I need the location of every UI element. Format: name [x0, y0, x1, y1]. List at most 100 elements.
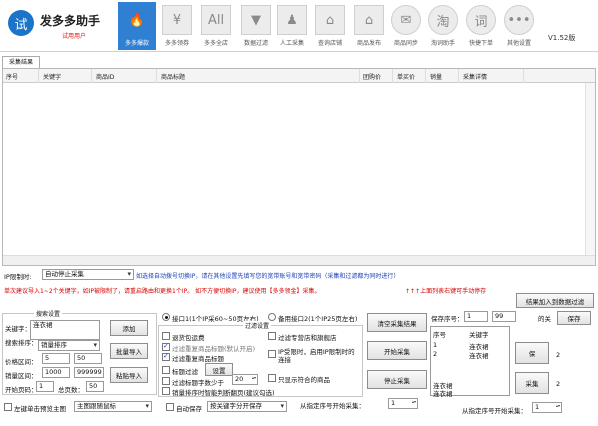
nav-label: 人工采集 — [279, 40, 304, 47]
keyword-list[interactable]: 序号 关键字 1 连衣裙 2 连衣裙 连衣裙 连衣裙 — [430, 326, 510, 398]
side-button-2[interactable]: 采集 — [515, 372, 549, 394]
horizontal-scrollbar[interactable] — [3, 255, 595, 265]
price-min-input[interactable]: 5 — [42, 353, 70, 364]
main-image-select[interactable]: 主图跟随鼠标 — [74, 401, 152, 412]
nav-label: 商品同步 — [393, 40, 418, 47]
filter-settings-label: 过滤设置 — [243, 321, 272, 330]
results-table[interactable]: 序号 关键字 商品ID 商品标题 团购价 单买价 销量 采集详情 — [2, 68, 596, 266]
filter-repeat-label: 过滤重复商品标题 — [172, 355, 224, 363]
nav-more-button[interactable]: ••• 其他设置 — [500, 2, 538, 50]
preview-main-image-checkbox[interactable] — [4, 403, 12, 411]
person-icon: ♟ — [277, 5, 307, 35]
list-item: 连衣裙 — [469, 352, 489, 360]
more-icon: ••• — [504, 5, 534, 35]
keyword-only-label: 只显示符合的商品 — [278, 376, 330, 384]
sales-min-input[interactable]: 1000 — [42, 367, 70, 378]
ip-limit-select[interactable]: 自动停止采集 — [42, 269, 134, 280]
app-logo: 试 — [8, 10, 34, 36]
filter-brand-checkbox[interactable] — [268, 332, 276, 340]
save-index-from-input[interactable]: 1 — [464, 311, 488, 322]
keyword-only-checkbox[interactable] — [268, 374, 276, 382]
list-item: 1 — [433, 341, 438, 349]
filter-repeat-checkbox[interactable] — [162, 352, 170, 361]
total-pages-label: 总页数： — [58, 386, 84, 394]
tab-results[interactable]: 采集结果 — [2, 56, 40, 68]
all-icon: All — [201, 5, 231, 35]
sort-select[interactable]: 销量排序 — [38, 340, 100, 351]
nav-all-button[interactable]: All 多多全店 — [197, 2, 235, 50]
start-from-input-2[interactable]: 1 — [532, 402, 562, 413]
save-index-suffix: 的关 — [538, 315, 551, 323]
nav-person-button[interactable]: ♟ 人工采集 — [273, 2, 311, 50]
nav-tao-button[interactable]: 淘淘词助手 — [424, 2, 462, 50]
nav-label: 多多领券 — [164, 40, 189, 47]
smart-page-checkbox[interactable] — [162, 387, 170, 395]
title-filter-checkbox[interactable] — [162, 366, 170, 374]
batch-import-button[interactable]: 批量导入 — [110, 343, 148, 359]
nav-label: 多多全店 — [203, 40, 228, 47]
save-index-to-input[interactable]: 99 — [492, 311, 516, 322]
sales-max-input[interactable]: 999999 — [74, 367, 104, 378]
side-button-1-value: 2 — [556, 351, 561, 359]
title-words-label: 过滤标题字数少于 — [172, 379, 224, 387]
title-words-input[interactable]: 20 — [232, 374, 258, 385]
store-icon: ⌂ — [315, 5, 345, 35]
search-settings-label: 搜索设置 — [34, 309, 63, 318]
stop-collect-button[interactable]: 停止采集 — [367, 370, 427, 389]
save-index-label: 保存序号： — [431, 315, 464, 323]
add-keyword-button[interactable]: 添加 — [110, 320, 148, 336]
start-collect-button[interactable]: 开始采集 — [367, 341, 427, 360]
start-from-input[interactable]: 1 — [388, 398, 418, 409]
side-button-1[interactable]: 保 — [515, 342, 549, 364]
start-page-input[interactable]: 1 — [36, 381, 54, 392]
api-option-2-label: 备用接口2(1个IP25页左右) — [278, 315, 358, 323]
auto-save-checkbox[interactable] — [166, 403, 174, 411]
nav-word-button[interactable]: 词快捷下单 — [462, 2, 500, 50]
title-words-checkbox[interactable] — [162, 377, 170, 385]
start-from-label: 从指定序号开始采集： — [300, 402, 365, 410]
col-single-price: 单买价 — [397, 74, 416, 81]
total-pages-input[interactable]: 50 — [86, 381, 104, 392]
shop-icon: ⌂ — [354, 5, 384, 35]
vertical-scrollbar[interactable] — [585, 83, 595, 255]
price-range-label: 价格区间： — [5, 358, 38, 366]
save-button[interactable]: 保存 — [557, 311, 591, 325]
warning-text: 单次建议导入1~2个关键字，如IP被限制了，请重启路由和更换1个IP。 如不方便… — [4, 288, 321, 295]
ip-limit-option-checkbox[interactable] — [268, 350, 276, 358]
price-max-input[interactable]: 50 — [74, 353, 102, 364]
keyword-list-col-index: 序号 — [433, 331, 446, 339]
sales-range-label: 销量区间： — [5, 372, 38, 380]
free-shipping-checkbox[interactable] — [162, 332, 170, 340]
filter-brand-label: 过滤专营店和旗舰店 — [278, 334, 337, 342]
nav-label: 淘词助手 — [430, 40, 455, 47]
nav-yen-button[interactable]: ¥ 多多领券 — [158, 2, 196, 50]
start-page-label: 开始页码： — [5, 386, 38, 394]
col-title: 商品标题 — [161, 74, 186, 81]
keyword-list-col-keyword: 关键字 — [469, 331, 489, 339]
nav-envelope-button[interactable]: ✉ 商品同步 — [387, 2, 425, 50]
api-option-2-radio[interactable] — [268, 313, 276, 321]
ip-limit-option-label: IP受限时，启用IP限制时的连接 — [278, 348, 355, 364]
nav-shop-button[interactable]: ⌂ 商品发布 — [350, 2, 388, 50]
auto-save-mode-select[interactable]: 按关键字分开保存 — [207, 401, 287, 412]
filter-icon: ▼ — [241, 5, 271, 35]
ip-limit-note: 如选择自动拨号切换IP，请在其他设置先填写您的宽带账号和宽带密码（采集和过滤都为… — [136, 273, 400, 280]
title-filter-settings-button[interactable]: 设置 — [205, 363, 233, 376]
api-option-1-radio[interactable] — [162, 313, 170, 321]
nav-filter-button[interactable]: ▼ 数据过滤 — [237, 2, 275, 50]
nav-store-button[interactable]: ⌂ 查询店铺 — [311, 2, 349, 50]
nav-flame-button[interactable]: 🔥 多多爆款 — [118, 2, 156, 50]
list-item: 连衣裙 — [433, 390, 453, 398]
app-title: 发多多助手 — [40, 14, 101, 28]
preview-main-image-label: 左键单击预览主图 — [14, 405, 66, 413]
add-to-filter-button[interactable]: 结果加入到数据过滤 — [516, 293, 594, 308]
start-from-label-2: 从指定序号开始采集： — [462, 407, 527, 415]
filter-repeat-default-checkbox[interactable] — [162, 342, 170, 351]
word-icon: 词 — [466, 5, 496, 35]
auto-save-label: 自动保存 — [176, 405, 202, 413]
free-shipping-label: 退货包运费 — [172, 334, 205, 342]
keyword-input[interactable]: 连衣裙 — [30, 320, 100, 340]
top-toolbar: 试 发多多助手 试用用户 🔥 多多爆款 ¥ 多多领券 All 多多全店 ▼ 数据过滤 ♟ 人工采集… — [0, 0, 598, 52]
clear-results-button[interactable]: 清空采集结果 — [367, 313, 427, 332]
paste-import-button[interactable]: 粘贴导入 — [110, 367, 148, 383]
